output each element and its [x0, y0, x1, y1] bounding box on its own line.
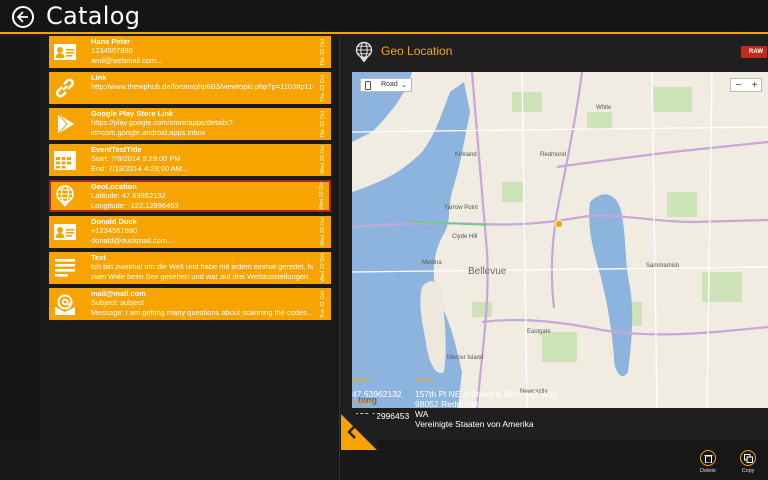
map-label: White: [596, 105, 612, 111]
text-icon: [55, 259, 75, 277]
catalog-list: Hans Peter 1234567890 amil@webmail.com..…: [49, 36, 331, 324]
detail-pane: Geo Location RAW Road ⌄ − + White Kirkla…: [341, 36, 768, 450]
address-line: WA: [415, 409, 429, 419]
app-title: Catalog: [46, 2, 141, 30]
item-line2: donald@duckmail.com...: [91, 235, 174, 245]
map-type-selector[interactable]: Road ⌄: [360, 78, 412, 92]
list-item[interactable]: mail@mail.com Subject: subject Message: …: [49, 288, 331, 320]
link-icon: [56, 78, 74, 98]
item-line1: http://www.thewphub.de/forum/php8B3/view…: [91, 82, 313, 92]
item-title: Text: [91, 253, 106, 262]
item-date: Thu 23 Oct: [320, 74, 326, 102]
map-canvas: [352, 72, 768, 408]
item-line2: zwei Wale beim Sex gesehen und war auf d…: [91, 271, 313, 281]
previous-item-button[interactable]: [341, 414, 377, 450]
left-strip: [0, 36, 40, 480]
chevron-down-icon: ⌄: [401, 82, 407, 89]
delete-label: Delete: [700, 468, 716, 474]
copy-label: Copy: [741, 468, 755, 474]
latitude-caption: Latitude: [352, 378, 370, 384]
item-title: Link: [91, 73, 107, 82]
list-item[interactable]: Donald Duck +1234567890 donald@duckmail.…: [49, 216, 331, 248]
item-date: Wed 22 Oct: [320, 145, 326, 174]
map-type-label: Road: [381, 81, 398, 88]
address-line: 157th Pl NE & Street & Microsoft Way: [415, 389, 558, 399]
play-store-icon: [57, 113, 74, 135]
geo-pin-icon: [56, 185, 74, 207]
list-item[interactable]: Google Play Store Link https://play.goog…: [49, 108, 331, 140]
list-item[interactable]: Hans Peter 1234567890 amil@webmail.com..…: [49, 36, 331, 68]
item-title: Google Play Store Link: [91, 109, 174, 118]
item-line2: End: 7/19/2014 4:29:00 AM...: [91, 163, 189, 173]
catalog-list-pane: Hans Peter 1234567890 amil@webmail.com..…: [40, 36, 340, 480]
contact-card-icon: [54, 224, 76, 240]
item-line2: amil@webmail.com...: [91, 55, 163, 65]
address-line: Vereinigte Staaten von Amerika: [415, 419, 534, 429]
item-line1: Ich bin zweimal um die Welt und habe mit…: [91, 262, 313, 272]
zoom-in-button[interactable]: +: [747, 79, 762, 93]
map-label: Mercer Island: [447, 355, 484, 361]
item-date: Wed 22 Oct: [320, 217, 326, 246]
item-title: EventTestTitle: [91, 145, 142, 154]
contact-card-icon: [54, 44, 76, 60]
item-line1: Latitude: 47.63962132: [91, 191, 166, 201]
copy-icon: [744, 454, 753, 463]
latitude-block: Latitude 47.63962132: [352, 376, 402, 399]
arrow-left-icon: [17, 11, 28, 23]
item-date: Thu 23 Oct: [320, 110, 326, 138]
detail-title: Geo Location: [381, 44, 453, 58]
zoom-out-button[interactable]: −: [731, 79, 746, 93]
list-item-selected[interactable]: GeoLocation Latitude: 47.63962132 Longit…: [49, 180, 331, 212]
item-line1: https://play.google.com/store/apps/detai…: [91, 118, 233, 128]
map-label: Bellevue: [468, 266, 507, 277]
item-line1: Start: 7/8/2014 9:29:00 PM: [91, 154, 181, 164]
map-label: Sammamish: [646, 263, 680, 269]
calendar-icon: [54, 151, 76, 170]
item-date: Wed 22 Oct: [320, 253, 326, 282]
raw-badge[interactable]: RAW: [741, 46, 767, 58]
item-line1: +1234567890: [91, 226, 138, 236]
item-line1: Subject: subject: [91, 298, 144, 308]
item-title: mail@mail.com: [91, 289, 146, 298]
map-label: Redmond: [540, 152, 567, 158]
list-item[interactable]: EventTestTitle Start: 7/8/2014 9:29:00 P…: [49, 144, 331, 176]
item-title: GeoLocation: [91, 182, 137, 191]
item-title: Donald Duck: [91, 217, 137, 226]
item-date: Tue 21 Oct: [320, 290, 326, 318]
item-line2: Longitude: -122.12996453: [91, 200, 179, 210]
map-label: Clyde Hill: [452, 234, 478, 240]
list-item[interactable]: Text Ich bin zweimal um die Welt und hab…: [49, 252, 331, 284]
list-item[interactable]: Link http://www.thewphub.de/forum/php8B3…: [49, 72, 331, 104]
item-line2: Message: I am getting many questions abo…: [91, 307, 313, 317]
title-bar: Catalog: [0, 0, 768, 34]
item-date: Thu 23 Oct: [320, 38, 326, 66]
map-view[interactable]: Road ⌄ − + White Kirkland Redmond Yarrow…: [352, 72, 768, 408]
address-block: Address 157th Pl NE & Street & Microsoft…: [415, 376, 557, 429]
item-title: Hans Peter: [91, 37, 131, 46]
address-caption: Address: [415, 378, 434, 384]
address-line: 98052 Redmond: [415, 399, 478, 409]
item-line2: id=com.google.android.apps.inbox: [91, 127, 206, 137]
globe-pin-icon: [355, 41, 373, 63]
map-label: Eastgate: [527, 329, 551, 335]
item-date: Wed 22 Oct: [319, 181, 325, 210]
email-icon: [55, 294, 75, 315]
back-button[interactable]: [12, 6, 34, 28]
map-label: Medina: [422, 260, 442, 266]
copy-button[interactable]: Copy: [733, 450, 763, 478]
map-label: Kirkland: [455, 152, 477, 158]
trash-icon: [704, 455, 713, 463]
map-label: Yarrow Point: [444, 205, 478, 211]
camera-icon: [365, 81, 371, 90]
delete-button[interactable]: Delete: [693, 450, 723, 478]
zoom-control: − +: [730, 78, 762, 92]
item-line1: 1234567890: [91, 46, 133, 56]
longitude-caption: Longitude: [352, 400, 374, 406]
